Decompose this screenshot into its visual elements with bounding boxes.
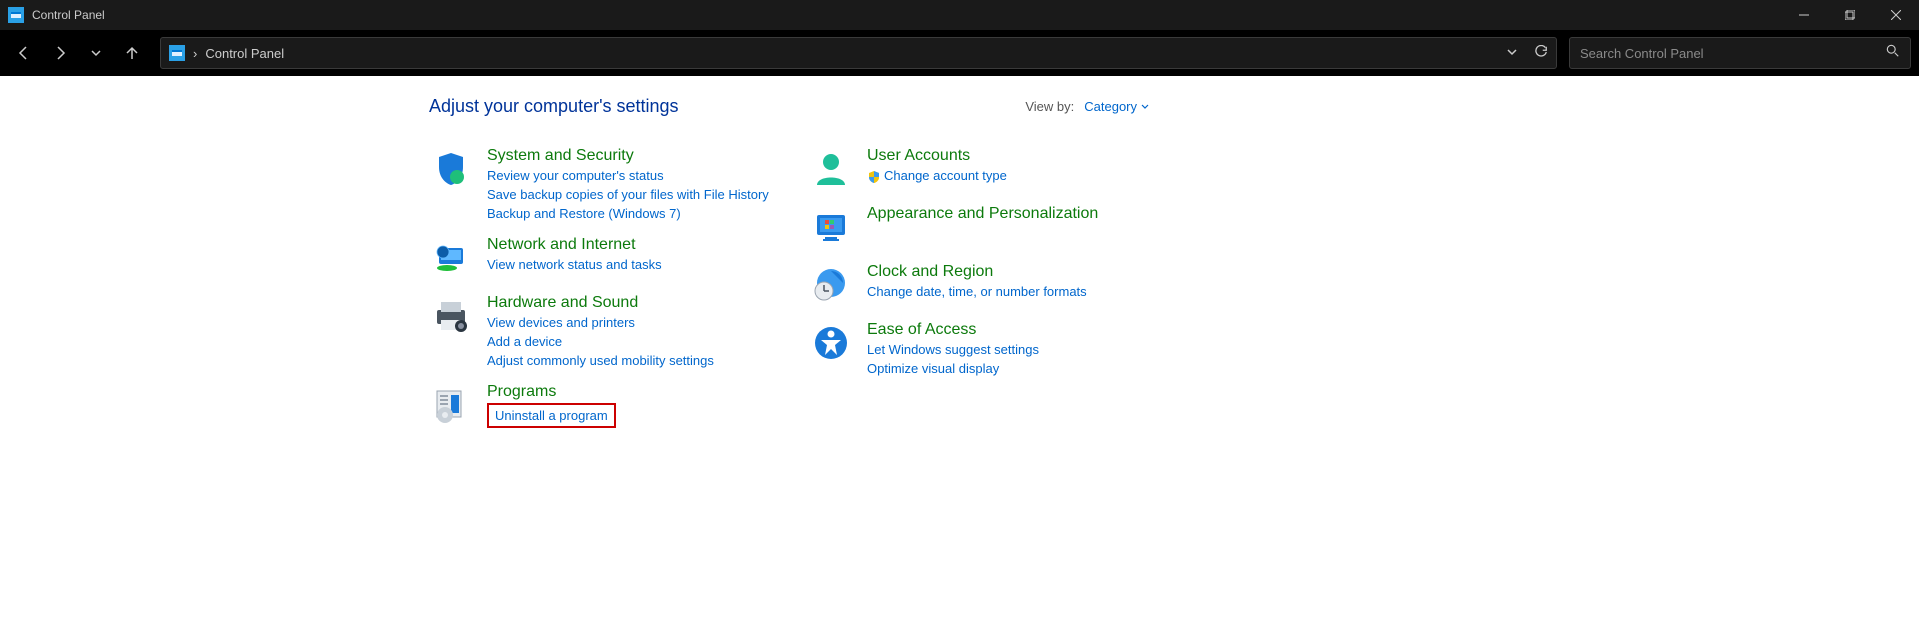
category-title[interactable]: Network and Internet bbox=[487, 236, 662, 254]
breadcrumb-current[interactable]: Control Panel bbox=[205, 46, 284, 61]
content-area: Adjust your computer's settings View by:… bbox=[0, 76, 1919, 428]
category-body: Appearance and Personalization bbox=[867, 205, 1098, 249]
close-button[interactable] bbox=[1873, 0, 1919, 30]
category: User Accounts Change account type bbox=[809, 147, 1149, 191]
search-bar[interactable] bbox=[1569, 37, 1911, 69]
shield-icon[interactable] bbox=[429, 147, 473, 191]
category-title[interactable]: User Accounts bbox=[867, 147, 1007, 165]
maximize-button[interactable] bbox=[1827, 0, 1873, 30]
category-link-text: View devices and printers bbox=[487, 315, 635, 330]
category-link[interactable]: Change date, time, or number formats bbox=[867, 283, 1087, 300]
content-header: Adjust your computer's settings View by:… bbox=[429, 96, 1149, 117]
category-body: Clock and Region Change date, time, or nu… bbox=[867, 263, 1087, 307]
minimize-button[interactable] bbox=[1781, 0, 1827, 30]
category-link[interactable]: View devices and printers bbox=[487, 314, 714, 331]
category-title[interactable]: Hardware and Sound bbox=[487, 294, 714, 312]
recent-dropdown-button[interactable] bbox=[80, 37, 112, 69]
category-link[interactable]: Change account type bbox=[867, 167, 1007, 185]
shield-badge-icon bbox=[867, 170, 881, 184]
category-link[interactable]: Add a device bbox=[487, 333, 714, 350]
category: Clock and Region Change date, time, or nu… bbox=[809, 263, 1149, 307]
category-link[interactable]: View network status and tasks bbox=[487, 256, 662, 273]
category-link-text: View network status and tasks bbox=[487, 257, 662, 272]
category-link-text: Add a device bbox=[487, 334, 562, 349]
address-chevron-icon[interactable] bbox=[1506, 46, 1518, 61]
user-icon[interactable] bbox=[809, 147, 853, 191]
refresh-button[interactable] bbox=[1534, 45, 1548, 62]
clock-icon[interactable] bbox=[809, 263, 853, 307]
category-title[interactable]: Ease of Access bbox=[867, 321, 1039, 339]
address-bar[interactable]: › Control Panel bbox=[160, 37, 1557, 69]
ease-icon[interactable] bbox=[809, 321, 853, 365]
navbar: › Control Panel bbox=[0, 30, 1919, 76]
category-link-text: Review your computer's status bbox=[487, 168, 664, 183]
category-title[interactable]: System and Security bbox=[487, 147, 769, 165]
chevron-down-icon bbox=[1141, 103, 1149, 111]
category-body: System and Security Review your computer'… bbox=[487, 147, 769, 222]
category-link-text: Change account type bbox=[884, 168, 1007, 183]
category-body: Programs Uninstall a program bbox=[487, 383, 616, 428]
globe-icon[interactable] bbox=[429, 236, 473, 280]
viewby-label: View by: bbox=[1025, 99, 1074, 114]
category-title[interactable]: Programs bbox=[487, 383, 616, 401]
category-link-text: Optimize visual display bbox=[867, 361, 999, 376]
viewby-dropdown[interactable]: Category bbox=[1084, 99, 1149, 114]
search-input[interactable] bbox=[1580, 46, 1886, 61]
category-link[interactable]: Save backup copies of your files with Fi… bbox=[487, 186, 769, 203]
page-heading: Adjust your computer's settings bbox=[429, 96, 679, 117]
category: Appearance and Personalization bbox=[809, 205, 1149, 249]
monitor-icon[interactable] bbox=[809, 205, 853, 249]
forward-button[interactable] bbox=[44, 37, 76, 69]
category-link-text: Change date, time, or number formats bbox=[867, 284, 1087, 299]
category: System and Security Review your computer'… bbox=[429, 147, 769, 222]
category-link[interactable]: Uninstall a program bbox=[487, 403, 616, 428]
address-icon bbox=[169, 45, 185, 61]
breadcrumb-sep: › bbox=[193, 46, 197, 61]
app-icon bbox=[8, 7, 24, 23]
viewby-control: View by: Category bbox=[1025, 99, 1149, 114]
printer-icon[interactable] bbox=[429, 294, 473, 338]
window-title: Control Panel bbox=[32, 8, 1781, 22]
category-body: Hardware and Sound View devices and print… bbox=[487, 294, 714, 369]
category-title[interactable]: Appearance and Personalization bbox=[867, 205, 1098, 223]
window-controls bbox=[1781, 0, 1919, 30]
category-link-text: Adjust commonly used mobility settings bbox=[487, 353, 714, 368]
category-link-text: Let Windows suggest settings bbox=[867, 342, 1039, 357]
category: Ease of Access Let Windows suggest settin… bbox=[809, 321, 1149, 377]
category: Network and Internet View network status … bbox=[429, 236, 769, 280]
category-link[interactable]: Adjust commonly used mobility settings bbox=[487, 352, 714, 369]
category-link[interactable]: Backup and Restore (Windows 7) bbox=[487, 205, 769, 222]
category: Programs Uninstall a program bbox=[429, 383, 769, 428]
category: Hardware and Sound View devices and print… bbox=[429, 294, 769, 369]
category-link[interactable]: Optimize visual display bbox=[867, 360, 1039, 377]
category-body: Network and Internet View network status … bbox=[487, 236, 662, 280]
category-columns: System and Security Review your computer'… bbox=[429, 147, 1149, 428]
up-button[interactable] bbox=[116, 37, 148, 69]
category-column-left: System and Security Review your computer'… bbox=[429, 147, 769, 428]
category-title[interactable]: Clock and Region bbox=[867, 263, 1087, 281]
category-link[interactable]: Review your computer's status bbox=[487, 167, 769, 184]
category-body: User Accounts Change account type bbox=[867, 147, 1007, 191]
category-link[interactable]: Let Windows suggest settings bbox=[867, 341, 1039, 358]
category-link-text: Backup and Restore (Windows 7) bbox=[487, 206, 681, 221]
category-link-text: Save backup copies of your files with Fi… bbox=[487, 187, 769, 202]
search-icon bbox=[1886, 44, 1900, 63]
titlebar: Control Panel bbox=[0, 0, 1919, 30]
category-link-text: Uninstall a program bbox=[495, 408, 608, 423]
back-button[interactable] bbox=[8, 37, 40, 69]
category-body: Ease of Access Let Windows suggest settin… bbox=[867, 321, 1039, 377]
category-column-right: User Accounts Change account type Appearan… bbox=[809, 147, 1149, 428]
programs-icon[interactable] bbox=[429, 383, 473, 427]
